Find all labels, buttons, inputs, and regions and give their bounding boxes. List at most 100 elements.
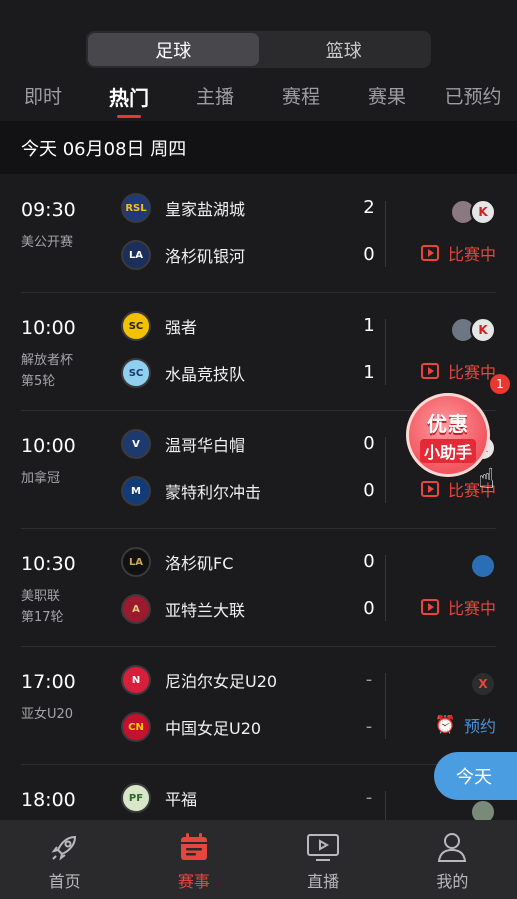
team-logo: V bbox=[121, 429, 151, 459]
anchor-avatars[interactable] bbox=[470, 553, 496, 579]
team-name: 中国女足U20 bbox=[165, 719, 262, 738]
away-score: - bbox=[365, 716, 373, 737]
tab-live[interactable]: 即时 bbox=[24, 82, 62, 109]
calendar-icon bbox=[177, 830, 211, 864]
avatar: X bbox=[470, 671, 496, 697]
home-team: N 尼泊尔女足U20 bbox=[121, 664, 277, 696]
category-tabs: 即时 热门 主播 赛程 赛果 已预约 bbox=[0, 76, 517, 120]
home-score: 0 bbox=[363, 433, 375, 454]
match-time: 18:00 bbox=[21, 789, 76, 811]
team-logo: N bbox=[121, 665, 151, 695]
match-row[interactable]: 10:30 美职联 第17轮 LA 洛杉矶FC A 亚特兰大联 0 0 比赛中 bbox=[0, 529, 517, 647]
nav-home[interactable]: 首页 bbox=[0, 820, 129, 899]
match-league: 美公开赛 bbox=[21, 235, 74, 250]
nav-events[interactable]: 赛事 bbox=[129, 820, 258, 899]
away-score: 0 bbox=[363, 244, 375, 265]
match-time: 17:00 bbox=[21, 671, 76, 693]
football-toggle[interactable]: 足球 bbox=[88, 33, 259, 66]
team-logo: PF bbox=[121, 783, 151, 813]
divider bbox=[385, 673, 386, 739]
team-name: 平福 bbox=[165, 790, 198, 809]
team-logo: LA bbox=[121, 240, 151, 270]
match-league: 加拿冠 bbox=[21, 471, 61, 486]
divider bbox=[385, 437, 386, 503]
tab-anchor[interactable]: 主播 bbox=[196, 82, 234, 109]
rocket-icon bbox=[48, 830, 82, 864]
away-score: 0 bbox=[363, 598, 375, 619]
notification-badge: 1 bbox=[490, 374, 510, 394]
divider bbox=[385, 319, 386, 385]
live-status[interactable]: 比赛中 bbox=[420, 241, 496, 265]
alarm-clock-icon: ⏰ bbox=[434, 715, 456, 735]
live-status[interactable]: 比赛中 bbox=[420, 595, 496, 619]
book-button[interactable]: ⏰ 预约 bbox=[435, 713, 496, 737]
away-team: A 亚特兰大联 bbox=[121, 593, 245, 625]
match-time: 10:00 bbox=[21, 317, 76, 339]
match-row[interactable]: 17:00 亚女U20 N 尼泊尔女足U20 CN 中国女足U20 - - X … bbox=[0, 647, 517, 765]
match-time: 10:30 bbox=[21, 553, 76, 575]
nav-label: 首页 bbox=[48, 872, 81, 891]
promo-subtitle: 小助手 bbox=[419, 438, 476, 463]
home-score: - bbox=[365, 669, 373, 690]
avatar: K bbox=[470, 199, 496, 225]
home-score: 1 bbox=[363, 315, 375, 336]
match-time: 10:00 bbox=[21, 435, 76, 457]
match-league: 亚女U20 bbox=[21, 707, 74, 722]
away-team: CN 中国女足U20 bbox=[121, 711, 261, 743]
team-name: 温哥华白帽 bbox=[165, 436, 246, 455]
person-icon bbox=[435, 830, 469, 864]
nav-live[interactable]: 直播 bbox=[259, 820, 388, 899]
team-name: 强者 bbox=[165, 318, 198, 337]
tab-results[interactable]: 赛果 bbox=[368, 82, 406, 109]
nav-mine[interactable]: 我的 bbox=[388, 820, 517, 899]
home-score: 2 bbox=[363, 197, 375, 218]
tab-schedule[interactable]: 赛程 bbox=[282, 82, 320, 109]
away-score: 1 bbox=[363, 362, 375, 383]
home-team: V 温哥华白帽 bbox=[121, 428, 245, 460]
nav-label: 直播 bbox=[307, 872, 340, 891]
play-icon bbox=[420, 363, 439, 379]
team-name: 洛杉矶银河 bbox=[165, 247, 246, 266]
home-team: PF 平福 bbox=[121, 782, 197, 814]
avatar bbox=[470, 553, 496, 579]
team-logo: M bbox=[121, 476, 151, 506]
team-logo: CN bbox=[121, 712, 151, 742]
pointing-hand-icon: ☝ bbox=[478, 462, 496, 495]
home-team: SC 强者 bbox=[121, 310, 197, 342]
team-name: 皇家盐湖城 bbox=[165, 200, 246, 219]
nav-label: 我的 bbox=[436, 872, 469, 891]
match-row[interactable]: 09:30 美公开赛 RSL 皇家盐湖城 LA 洛杉矶银河 2 0 K 比赛中 bbox=[0, 175, 517, 293]
anchor-avatars[interactable]: K bbox=[450, 317, 496, 343]
live-status[interactable]: 比赛中 bbox=[420, 359, 496, 383]
today-button[interactable]: 今天 bbox=[434, 752, 517, 800]
team-name: 水晶竞技队 bbox=[165, 365, 246, 384]
bottom-nav: 首页 赛事 直播 我的 bbox=[0, 820, 517, 899]
team-logo: A bbox=[121, 594, 151, 624]
team-name: 洛杉矶FC bbox=[165, 554, 234, 573]
tab-hot[interactable]: 热门 bbox=[109, 82, 149, 111]
tab-booked[interactable]: 已预约 bbox=[444, 82, 501, 109]
away-team: LA 洛杉矶银河 bbox=[121, 239, 245, 271]
anchor-avatars[interactable]: K bbox=[450, 199, 496, 225]
team-logo: SC bbox=[121, 358, 151, 388]
away-score: 0 bbox=[363, 480, 375, 501]
divider bbox=[385, 201, 386, 267]
match-league: 美职联 第17轮 bbox=[21, 589, 64, 625]
team-name: 蒙特利尔冲击 bbox=[165, 483, 262, 502]
team-logo: SC bbox=[121, 311, 151, 341]
active-tab-indicator bbox=[117, 115, 141, 118]
team-logo: LA bbox=[121, 547, 151, 577]
sport-switch: 足球 篮球 bbox=[86, 31, 431, 68]
play-icon bbox=[420, 599, 439, 615]
team-logo: RSL bbox=[121, 193, 151, 223]
date-header: 今天 06月08日 周四 bbox=[0, 121, 517, 174]
tv-icon bbox=[306, 830, 340, 864]
basketball-toggle[interactable]: 篮球 bbox=[259, 33, 430, 66]
nav-label: 赛事 bbox=[177, 872, 210, 891]
match-league: 解放者杯 第5轮 bbox=[21, 353, 74, 389]
home-team: LA 洛杉矶FC bbox=[121, 546, 233, 578]
home-team: RSL 皇家盐湖城 bbox=[121, 192, 245, 224]
promo-title: 优惠 bbox=[427, 411, 469, 436]
away-team: M 蒙特利尔冲击 bbox=[121, 475, 261, 507]
anchor-avatars[interactable]: X bbox=[470, 671, 496, 697]
